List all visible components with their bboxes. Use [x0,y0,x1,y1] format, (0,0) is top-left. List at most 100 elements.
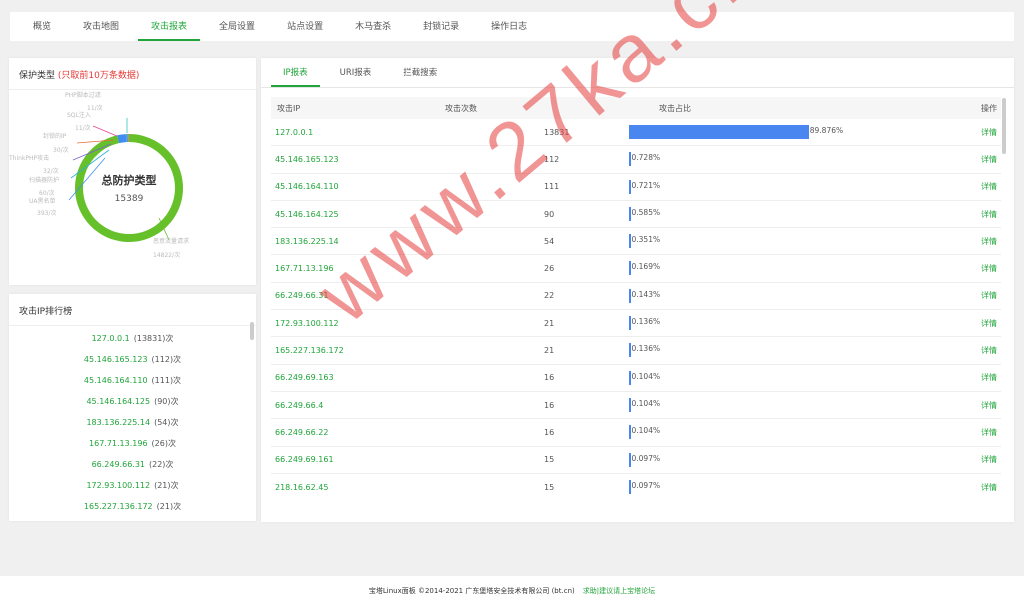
row-ip-link[interactable]: 66.249.66.4 [275,401,323,410]
table-row: 218.16.62.45 15 0.097% 详情 [271,474,1001,495]
row-detail-link[interactable]: 详情 [981,345,997,356]
row-ip-link[interactable]: 218.16.62.45 [275,483,328,492]
ranking-count: (54)次 [154,418,179,427]
ratio-percent: 0.136% [631,317,661,327]
ranking-item: 172.93.100.112 (21)次 [9,475,256,496]
ranking-count: (26)次 [151,439,176,448]
row-detail-link[interactable]: 详情 [981,318,997,329]
report-subtab-2[interactable]: 拦截搜索 [391,58,449,87]
row-ip-link[interactable]: 66.249.66.31 [275,291,328,300]
ratio-bar-fill [629,479,631,494]
donut-label: 11/次 [75,125,91,132]
row-detail-link[interactable]: 详情 [981,209,997,220]
row-detail-link[interactable]: 详情 [981,454,997,465]
nav-tab-6[interactable]: 封锁记录 [410,12,472,41]
table-row: 66.249.66.22 16 0.104% 详情 [271,419,1001,447]
row-detail-link[interactable]: 详情 [981,290,997,301]
nav-tab-0[interactable]: 概览 [20,12,64,41]
report-subtab-0[interactable]: IP报表 [271,58,320,87]
ranking-ip-link[interactable]: 45.146.165.123 [84,355,148,364]
row-detail-link[interactable]: 详情 [981,400,997,411]
ranking-count: (22)次 [149,460,174,469]
donut-center-value: 15389 [114,194,144,204]
table-row: 183.136.225.14 54 0.351% 详情 [271,228,1001,256]
nav-tab-3[interactable]: 全局设置 [206,12,268,41]
footer-forum-link[interactable]: 求助|建议请上宝塔论坛 [583,586,655,596]
ratio-bar: 0.104% [629,397,829,412]
row-detail-link[interactable]: 详情 [981,127,997,138]
row-ip-link[interactable]: 66.249.66.22 [275,428,328,437]
row-ip-link[interactable]: 45.146.164.125 [275,210,339,219]
ranking-ip-link[interactable]: 45.146.164.125 [86,397,150,406]
header-ip: 攻击IP [277,103,301,113]
ratio-bar: 0.104% [629,425,829,440]
table-row: 165.227.136.172 21 0.136% 详情 [271,337,1001,365]
table-row: 45.146.164.110 111 0.721% 详情 [271,174,1001,201]
row-ip-link[interactable]: 183.136.225.14 [275,237,339,246]
ratio-bar: 0.097% [629,479,829,494]
donut-label: 30/次 [53,147,69,154]
ratio-bar-fill [629,125,809,139]
ranking-ip-link[interactable]: 183.136.225.14 [86,418,150,427]
ratio-bar: 0.169% [629,261,829,276]
row-detail-link[interactable]: 详情 [981,154,997,165]
ratio-bar-fill [629,179,631,194]
row-ip-link[interactable]: 66.249.69.163 [275,373,334,382]
ratio-percent: 0.104% [631,426,661,436]
row-ip-link[interactable]: 172.93.100.112 [275,319,339,328]
row-ip-link[interactable]: 45.146.165.123 [275,155,339,164]
row-ip-link[interactable]: 127.0.0.1 [275,128,313,137]
row-ip-link[interactable]: 45.146.164.110 [275,182,339,191]
ranking-ip-link[interactable]: 172.93.100.112 [86,481,150,490]
ratio-percent: 0.721% [631,180,661,190]
report-card: IP报表 URI报表 拦截搜索 攻击IP 攻击次数 攻击占比 操作 127.0.0.… [261,58,1014,522]
row-ip-link[interactable]: 165.227.136.172 [275,346,344,355]
ratio-bar: 0.585% [629,206,829,221]
top-nav: 概览 攻击地图 攻击报表 全局设置 站点设置 木马查杀 封锁记录 操作日志 [10,12,1014,41]
donut-slice[interactable] [75,134,184,243]
table-scrollbar[interactable] [1002,98,1006,154]
nav-tab-7[interactable]: 操作日志 [478,12,540,41]
donut-label: SQL注入 [67,112,91,119]
donut-label: 14822/次 [153,252,181,259]
ranking-ip-link[interactable]: 45.146.164.110 [84,376,148,385]
ranking-count: (13831)次 [133,334,174,343]
row-ip-link[interactable]: 66.249.69.161 [275,455,334,464]
nav-tab-4[interactable]: 站点设置 [274,12,336,41]
ranking-scrollbar[interactable] [250,322,254,340]
row-detail-link[interactable]: 详情 [981,482,997,493]
ratio-percent: 0.104% [631,371,661,381]
nav-tab-1[interactable]: 攻击地图 [70,12,132,41]
donut-label: PHP脚本过滤 [65,92,101,99]
ratio-percent: 0.104% [631,398,661,408]
report-subtab-1[interactable]: URI报表 [328,58,384,87]
ratio-bar: 0.136% [629,343,829,358]
ranking-ip-link[interactable]: 127.0.0.1 [92,334,130,343]
ranking-ip-link[interactable]: 66.249.66.31 [92,460,145,469]
ratio-bar: 0.104% [629,370,829,385]
nav-tab-2[interactable]: 攻击报表 [138,12,201,41]
nav-tab-5[interactable]: 木马查杀 [342,12,404,41]
ratio-percent: 0.097% [631,480,661,490]
ratio-percent: 0.143% [631,289,661,299]
ranking-ip-link[interactable]: 167.71.13.196 [89,439,148,448]
table-row: 66.249.66.4 16 0.104% 详情 [271,392,1001,420]
row-detail-link[interactable]: 详情 [981,236,997,247]
row-detail-link[interactable]: 详情 [981,181,997,192]
row-detail-link[interactable]: 详情 [981,427,997,438]
ratio-bar-fill [629,425,631,440]
ratio-bar-fill [629,261,631,276]
ranking-count: (90)次 [154,397,179,406]
ranking-ip-link[interactable]: 165.227.136.172 [84,502,153,510]
row-detail-link[interactable]: 详情 [981,372,997,383]
ranking-item: 45.146.164.125 (90)次 [9,391,256,412]
ratio-bar-fill [629,452,631,467]
row-detail-link[interactable]: 详情 [981,263,997,274]
table-row: 127.0.0.1 13831 89.876% 详情 [271,119,1001,147]
donut-label: 恶意流量请求 [153,238,190,245]
row-count: 16 [544,427,555,437]
ratio-percent: 0.728% [631,153,661,163]
row-ip-link[interactable]: 167.71.13.196 [275,264,334,273]
ranking-title: 攻击IP排行榜 [9,294,256,326]
header-ratio: 攻击占比 [659,103,691,113]
